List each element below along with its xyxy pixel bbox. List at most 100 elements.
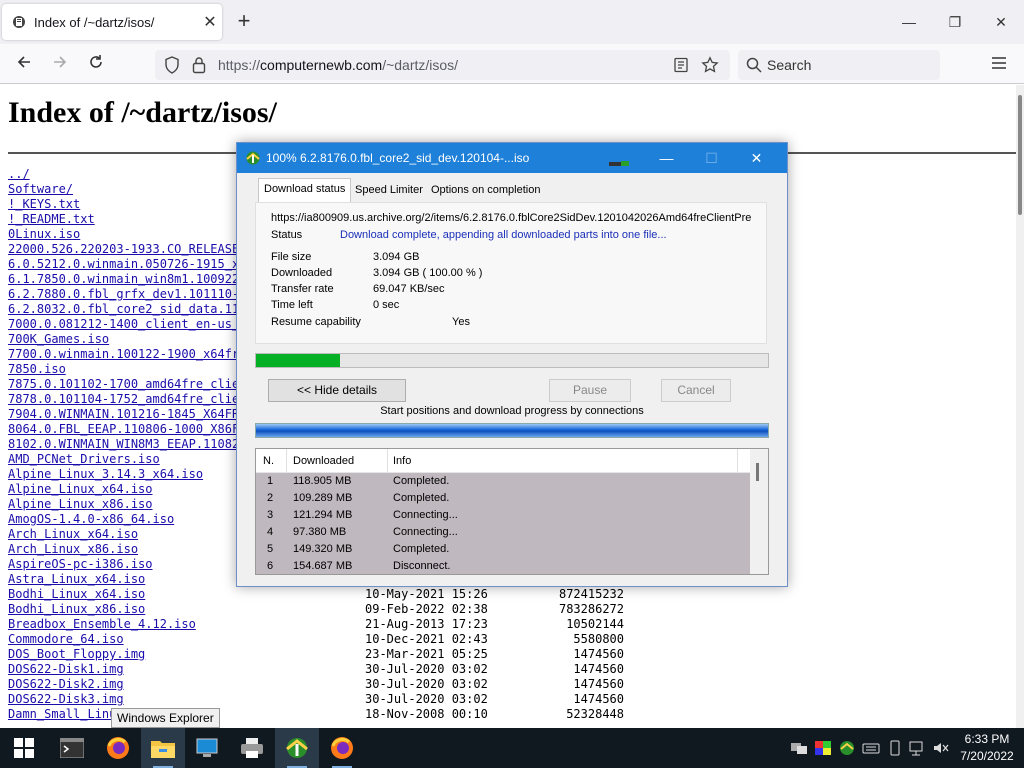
connection-row[interactable]: 5 149.320 MB Completed. [256, 541, 750, 558]
file-link[interactable]: Commodore_64.iso [8, 632, 124, 646]
column-header-downloaded[interactable]: Downloaded [293, 455, 354, 467]
file-link[interactable]: AspireOS-pc-i386.iso [8, 557, 153, 571]
file-link[interactable]: 6.2.7880.0.fbl_grfx_dev1.101110-1 [8, 287, 246, 301]
column-header-info[interactable]: Info [393, 455, 411, 467]
file-link[interactable]: ../ [8, 167, 30, 181]
file-link[interactable]: Software/ [8, 182, 73, 196]
file-link[interactable]: Breadbox_Ensemble_4.12.iso [8, 617, 196, 631]
connection-row[interactable]: 4 97.380 MB Connecting... [256, 524, 750, 541]
taskbar-printer[interactable] [230, 728, 274, 768]
lock-icon[interactable] [192, 56, 206, 74]
file-link[interactable]: 6.0.5212.0.winmain.050726-1915_x8 [8, 257, 246, 271]
file-link[interactable]: Bodhi_Linux_x64.iso [8, 587, 145, 601]
taskbar-remote-desktop[interactable] [185, 728, 229, 768]
table-scrollbar-thumb[interactable] [756, 463, 759, 481]
file-link[interactable]: DOS622-Disk1.img [8, 662, 124, 676]
file-link[interactable]: 7000.0.081212-1400_client_en-us_U [8, 317, 246, 331]
connection-row[interactable]: 3 121.294 MB Connecting... [256, 507, 750, 524]
file-link[interactable]: Arch_Linux_x64.iso [8, 527, 138, 541]
tab-options-on-completion[interactable]: Options on completion [426, 180, 545, 203]
dialog-title-bar[interactable]: 100% 6.2.8176.0.fbl_core2_sid_dev.120104… [237, 143, 787, 173]
file-link[interactable]: 8064.0.FBL_EEAP.110806-1000_X86FR [8, 422, 246, 436]
window-close-button[interactable]: ✕ [986, 8, 1016, 36]
file-link[interactable]: Damn_Small_Linux [8, 707, 124, 721]
file-link[interactable]: DOS_Boot_Floppy.img [8, 647, 145, 661]
download-url: https://ia800909.us.archive.org/2/items/… [271, 212, 752, 224]
download-manager-icon [246, 151, 260, 165]
file-link[interactable]: Astra_Linux_x64.iso [8, 572, 145, 586]
forward-arrow-icon [54, 56, 67, 68]
start-button[interactable] [2, 728, 46, 768]
file-link[interactable]: DOS622-Disk3.img [8, 692, 124, 706]
tab-download-status[interactable]: Download status [258, 178, 352, 203]
file-link[interactable]: 7904.0.WINMAIN.101216-1845_X64FRE [8, 407, 246, 421]
file-link[interactable]: Alpine_Linux_3.14.3_x64.iso [8, 467, 203, 481]
file-link[interactable]: 7850.iso [8, 362, 66, 376]
file-link[interactable]: 22000.526.220203-1933.CO_RELEASE_ [8, 242, 246, 256]
back-button[interactable] [10, 52, 38, 76]
browser-tab[interactable]: Index of /~dartz/isos/ ✕ [2, 4, 222, 40]
file-link[interactable]: AmogOS-1.4.0-x86_64.iso [8, 512, 174, 526]
shield-icon[interactable] [164, 56, 180, 74]
forward-button[interactable] [46, 52, 74, 76]
search-box[interactable]: Search [738, 50, 940, 80]
taskbar-file-explorer[interactable] [141, 728, 185, 768]
volume-muted-icon[interactable] [932, 739, 950, 757]
network-icon[interactable] [908, 739, 926, 757]
file-link[interactable]: 7875.0.101102-1700_amd64fre_clien [8, 377, 246, 391]
address-bar[interactable]: https://computernewb.com/~dartz/isos/ [155, 50, 730, 80]
reload-button[interactable] [82, 52, 110, 76]
hide-details-button[interactable]: << Hide details [268, 379, 406, 402]
file-link[interactable]: 7700.0.winmain.100122-1900_x64fre [8, 347, 246, 361]
status-value: Download complete, appending all downloa… [340, 229, 667, 241]
file-link[interactable]: Arch_Linux_x86.iso [8, 542, 138, 556]
taskbar-download-manager[interactable] [275, 728, 319, 768]
cancel-button[interactable]: Cancel [661, 379, 731, 402]
file-link[interactable]: 700K_Games.iso [8, 332, 109, 346]
keyboard-icon[interactable] [862, 739, 880, 757]
download-manager-tray-icon[interactable] [838, 739, 856, 757]
taskbar-firefox-running[interactable] [320, 728, 364, 768]
connection-row[interactable]: 6 154.687 MB Disconnect. [256, 558, 750, 574]
tab-close-icon[interactable]: ✕ [198, 12, 222, 32]
file-link[interactable]: !_README.txt [8, 212, 95, 226]
bookmark-star-icon[interactable] [701, 56, 719, 74]
file-link[interactable]: 6.2.8032.0.fbl_core2_sid_data.110 [8, 302, 246, 316]
file-link[interactable]: 6.1.7850.0.winmain_win8m1.100922- [8, 272, 246, 286]
file-link[interactable]: Alpine_Linux_x86.iso [8, 497, 153, 511]
color-app-icon[interactable] [814, 739, 832, 757]
window-minimize-button[interactable]: — [894, 8, 924, 36]
column-header-number[interactable]: N. [263, 455, 274, 467]
file-link[interactable]: 7878.0.101104-1752_amd64fre_clien [8, 392, 246, 406]
file-link[interactable]: !_KEYS.txt [8, 197, 80, 211]
window-maximize-button[interactable]: ❐ [940, 8, 970, 36]
table-scrollbar[interactable] [750, 449, 768, 574]
file-link[interactable]: 8102.0.WINMAIN_WIN8M3_EEAP.110824 [8, 437, 246, 451]
network-drives-icon[interactable] [790, 739, 808, 757]
file-size: 1474560 [573, 692, 624, 706]
new-tab-button[interactable]: + [232, 10, 256, 34]
menu-button[interactable] [990, 55, 1008, 76]
url-text[interactable]: https://computernewb.com/~dartz/isos/ [218, 57, 458, 73]
dialog-close-button[interactable]: ✕ [734, 143, 779, 173]
file-link[interactable]: Alpine_Linux_x64.iso [8, 482, 153, 496]
taskbar-terminal[interactable] [50, 728, 94, 768]
file-link[interactable]: AMD_PCNet_Drivers.iso [8, 452, 160, 466]
connection-row[interactable]: 2 109.289 MB Completed. [256, 490, 750, 507]
connection-number: 1 [267, 475, 274, 487]
dialog-minimize-button[interactable]: — [644, 143, 689, 173]
page-scrollbar-thumb[interactable] [1018, 95, 1022, 215]
reader-view-icon[interactable] [673, 57, 689, 73]
usb-device-icon[interactable] [886, 739, 904, 757]
pause-button[interactable]: Pause [549, 379, 631, 402]
connection-row[interactable]: 1 118.905 MB Completed. [256, 473, 750, 490]
page-scrollbar[interactable] [1016, 85, 1024, 728]
file-link[interactable]: Bodhi_Linux_x86.iso [8, 602, 145, 616]
taskbar-firefox[interactable] [96, 728, 140, 768]
file-link[interactable]: 0Linux.iso [8, 227, 80, 241]
system-clock[interactable]: 6:33 PM 7/20/2022 [952, 731, 1022, 765]
file-link[interactable]: DOS622-Disk2.img [8, 677, 124, 691]
tab-bar: Index of /~dartz/isos/ ✕ + — ❐ ✕ [0, 0, 1024, 44]
file-row: DOS622-Disk3.img 30-Jul-2020 03:02 1474560 [8, 692, 1008, 707]
tab-speed-limiter[interactable]: Speed Limiter [350, 180, 428, 203]
